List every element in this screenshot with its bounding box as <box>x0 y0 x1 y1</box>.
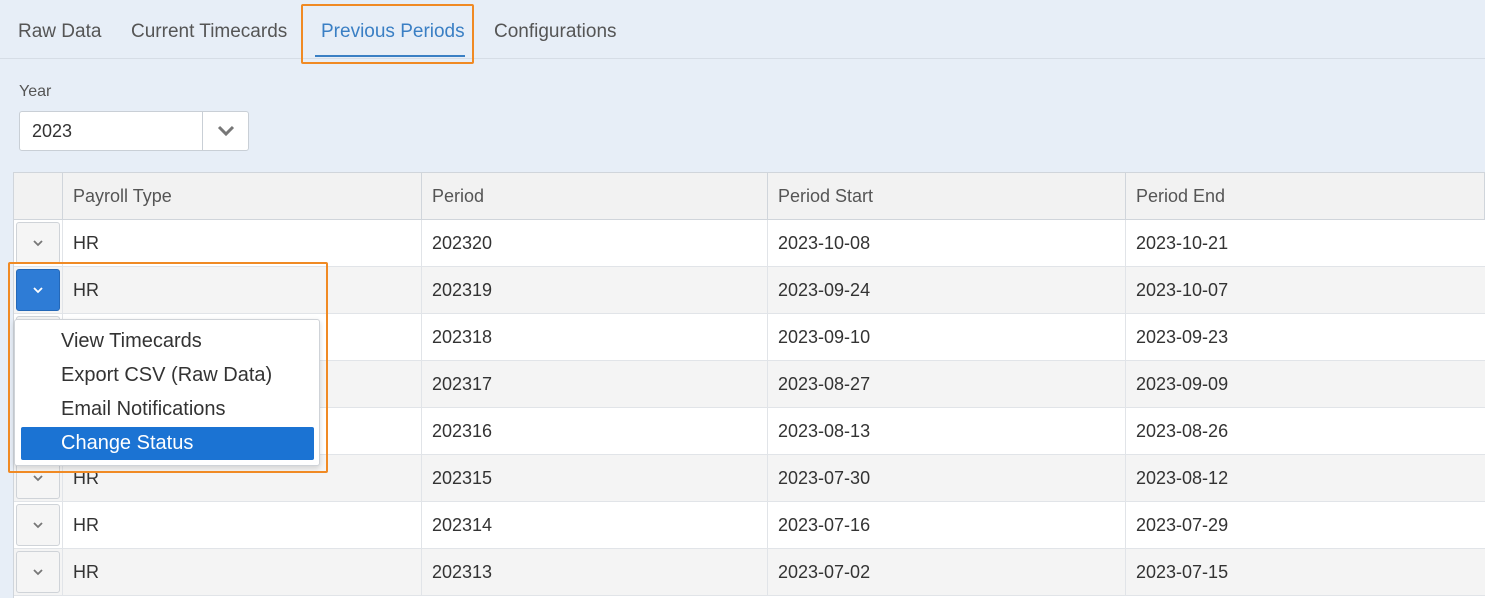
year-label: Year <box>19 83 52 100</box>
cell-payroll-type: HR <box>63 502 422 548</box>
year-select[interactable]: 2023 <box>19 111 249 151</box>
cell-period: 202320 <box>422 220 768 266</box>
cell-payroll-type: HR <box>63 549 422 595</box>
cell-period-start: 2023-07-16 <box>768 502 1126 548</box>
chevron-down-icon <box>33 240 43 247</box>
cell-period-start: 2023-08-13 <box>768 408 1126 454</box>
row-menu-button[interactable] <box>16 504 60 546</box>
table-row: HR 202313 2023-07-02 2023-07-15 <box>14 549 1485 596</box>
chevron-down-icon <box>33 522 43 529</box>
tab-highlight-box <box>301 4 474 64</box>
cell-period-end: 2023-07-29 <box>1136 514 1229 535</box>
cell-period-start: 2023-10-08 <box>768 220 1126 266</box>
row-action-cell <box>14 502 63 548</box>
header-period-end[interactable]: Period End <box>1126 173 1485 219</box>
cell-period: 202319 <box>422 267 768 313</box>
cell-period-end: 2023-07-15 <box>1136 561 1229 582</box>
cell-period-start: 2023-08-27 <box>768 361 1126 407</box>
cell-period-start: 2023-07-30 <box>768 455 1126 501</box>
year-dropdown-toggle[interactable] <box>202 112 249 150</box>
cell-period-start: 2023-07-02 <box>768 549 1126 595</box>
chevron-down-icon <box>217 125 235 137</box>
cell-period-start: 2023-09-24 <box>768 267 1126 313</box>
year-value: 2023 <box>32 121 73 141</box>
row-menu-button[interactable] <box>16 222 60 264</box>
cell-period: 202316 <box>422 408 768 454</box>
tab-current-timecards[interactable]: Current Timecards <box>131 21 287 43</box>
cell-period-end: 2023-10-21 <box>1136 232 1229 253</box>
row-action-cell <box>14 220 63 266</box>
header-actions <box>14 173 63 219</box>
header-period-start[interactable]: Period Start <box>768 173 1126 219</box>
tab-configurations[interactable]: Configurations <box>494 21 617 43</box>
chevron-down-icon <box>33 569 43 576</box>
cell-period: 202317 <box>422 361 768 407</box>
cell-period-end: 2023-08-12 <box>1136 467 1229 488</box>
header-period[interactable]: Period <box>422 173 768 219</box>
table-row: HR 202320 2023-10-08 2023-10-21 <box>14 220 1485 267</box>
cell-period: 202315 <box>422 455 768 501</box>
cell-period-end: 2023-09-23 <box>1136 326 1229 347</box>
cell-payroll-type: HR <box>63 220 422 266</box>
tab-bar: Raw Data Current Timecards Previous Peri… <box>0 0 1485 59</box>
row-action-cell <box>14 549 63 595</box>
chevron-down-icon <box>33 475 43 482</box>
cell-period: 202318 <box>422 314 768 360</box>
cell-period-end: 2023-10-07 <box>1136 279 1229 300</box>
tab-raw-data[interactable]: Raw Data <box>18 21 101 43</box>
table-row: HR 202314 2023-07-16 2023-07-29 <box>14 502 1485 549</box>
table-header: Payroll Type Period Period Start Period … <box>14 173 1485 220</box>
cell-period-end: 2023-08-26 <box>1136 420 1229 441</box>
cell-period: 202313 <box>422 549 768 595</box>
cell-period-start: 2023-09-10 <box>768 314 1126 360</box>
row-menu-button[interactable] <box>16 551 60 593</box>
menu-highlight-box <box>8 262 328 473</box>
cell-period-end: 2023-09-09 <box>1136 373 1229 394</box>
cell-period: 202314 <box>422 502 768 548</box>
header-payroll-type[interactable]: Payroll Type <box>63 173 422 219</box>
